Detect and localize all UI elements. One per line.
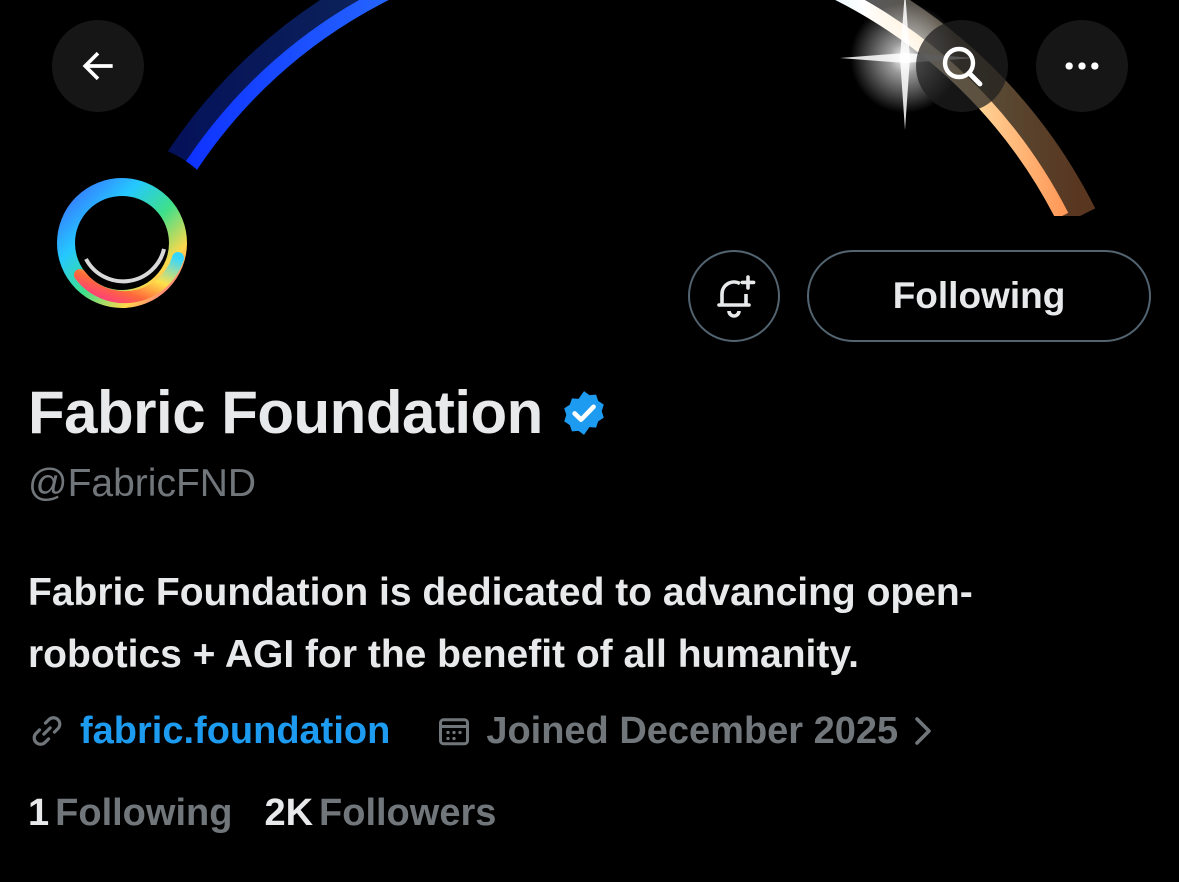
search-icon [942,46,983,87]
notifications-button[interactable] [688,250,780,342]
profile-handle: @FabricFND [28,462,257,505]
following-count: 1 [28,792,50,834]
followers-label: Followers [319,792,497,834]
following-label: Following [55,792,233,834]
arrow-left-icon [82,51,113,81]
display-name-text: Fabric Foundation [28,379,543,446]
website-link[interactable]: fabric.foundation [80,710,390,753]
followers-count: 2K [264,792,314,834]
profile-stats: 1 Following 2K Followers [28,792,496,835]
link-icon [32,716,62,746]
following-stat[interactable]: 1 Following [28,792,232,835]
bell-plus-icon [717,275,756,318]
chevron-right-icon[interactable] [908,713,938,749]
profile-display-name: Fabric Foundation [28,378,609,447]
bio-line-1: Fabric Foundation is dedicated to advanc… [28,571,973,614]
calendar-icon [439,718,470,746]
profile-avatar[interactable] [22,143,232,353]
followers-stat[interactable]: 2K Followers [264,792,496,835]
search-button[interactable] [916,20,1008,112]
following-button[interactable]: Following [807,250,1151,342]
profile-bio: Fabric Foundation is dedicated to advanc… [28,562,1148,686]
more-options-button[interactable] [1036,20,1128,112]
bio-line-2: robotics + AGI for the benefit of all hu… [28,633,859,676]
joined-date[interactable]: Joined December 2025 [486,710,898,753]
avatar-ring-logo [57,178,187,308]
verified-badge-icon[interactable] [559,388,609,438]
profile-meta: fabric.foundation Joined December 2025 [28,706,938,756]
more-horizontal-icon [1065,62,1099,70]
back-button[interactable] [52,20,144,112]
